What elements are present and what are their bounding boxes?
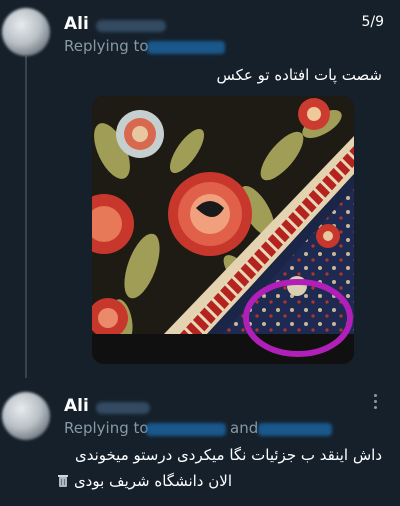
display-name[interactable]: Ali <box>64 396 89 416</box>
tweet-text-line-2-text: الان دانشگاه شریف بودی <box>73 472 232 490</box>
and-label: and <box>230 419 259 437</box>
replying-to-label: Replying to <box>64 37 149 55</box>
replying-to-label: Replying to <box>64 419 149 437</box>
reply-mention-link-2[interactable] <box>258 423 332 436</box>
trash-can-emoji-icon <box>58 475 69 487</box>
more-options-icon[interactable] <box>372 394 378 412</box>
tweet-text: شصت پات افتاده تو عکس <box>216 66 383 84</box>
thread-connector-line <box>25 56 27 378</box>
tweet-image[interactable] <box>92 96 354 364</box>
tweet-text-line-1: داش اینقد ب جزئیات نگا میکردی درستو میخو… <box>74 446 382 464</box>
tweet-text-line-2: الان دانشگاه شریف بودی <box>57 472 232 490</box>
username-blurred[interactable] <box>96 402 150 414</box>
avatar[interactable] <box>2 8 50 56</box>
username-blurred[interactable] <box>96 20 166 32</box>
thread-counter: 5/9 <box>361 14 384 30</box>
avatar[interactable] <box>2 392 50 440</box>
display-name[interactable]: Ali <box>64 14 89 34</box>
reply-mention-link-1[interactable] <box>146 423 226 436</box>
reply-mention-link[interactable] <box>147 41 225 54</box>
